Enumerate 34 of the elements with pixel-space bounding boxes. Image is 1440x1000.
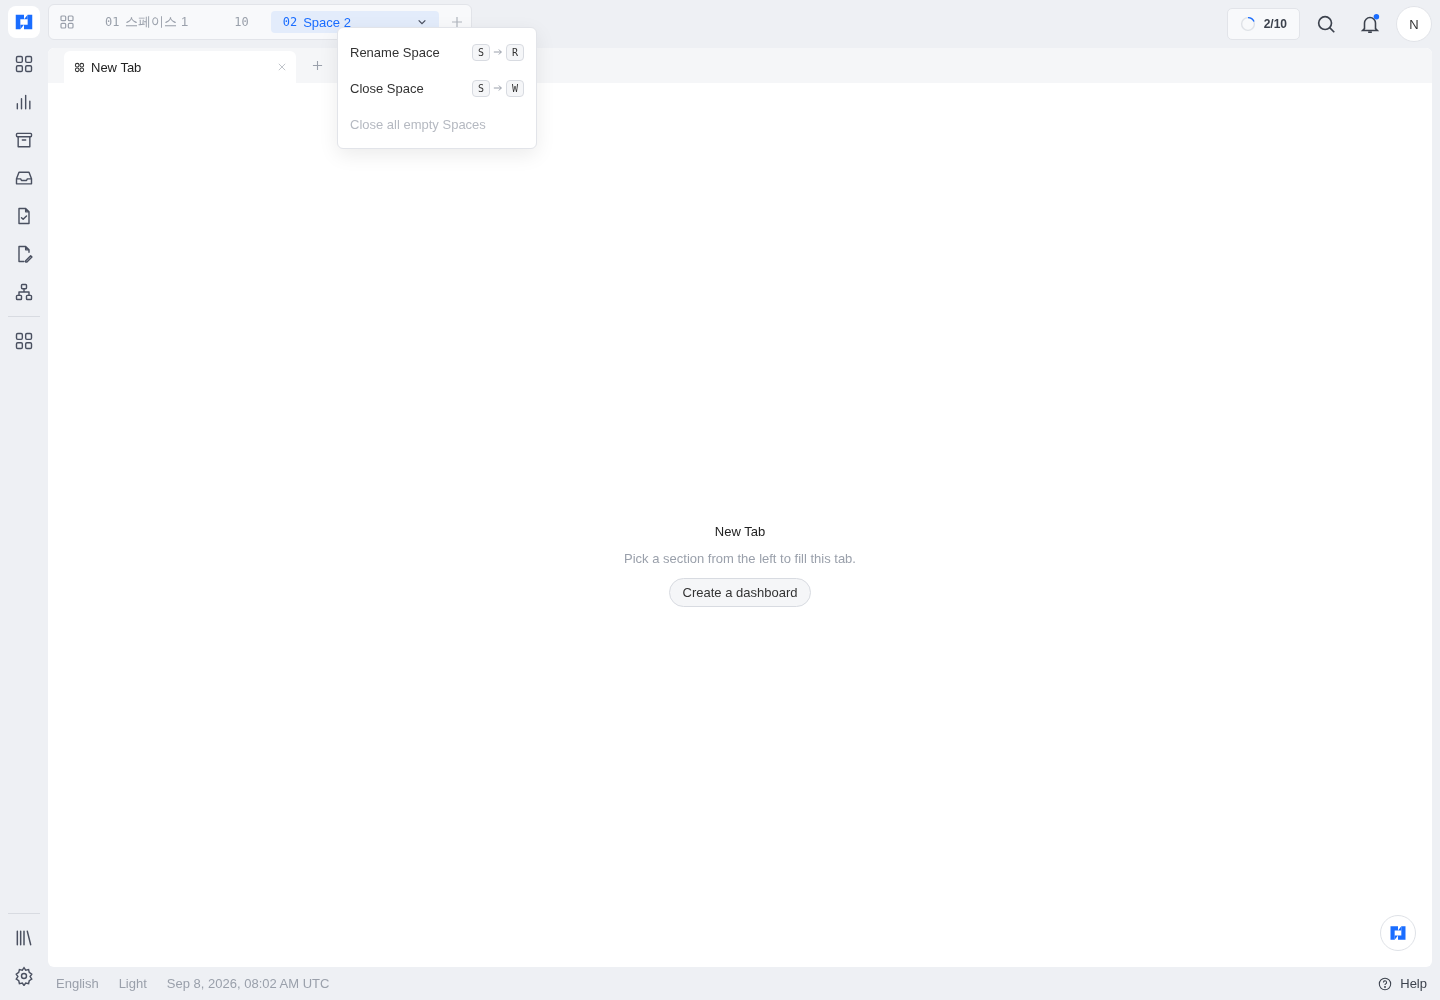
- grid-icon[interactable]: [14, 331, 34, 351]
- chevron-icon[interactable]: [416, 17, 427, 27]
- shortcut-key: W: [505, 79, 524, 97]
- empty-message: Pick a section from the left to fill this tab.: [624, 550, 856, 566]
- logo-button[interactable]: [8, 6, 40, 38]
- shortcut-key: S: [471, 43, 490, 61]
- hierarchy-icon[interactable]: [14, 282, 34, 302]
- jobs-indicator[interactable]: 2/10: [1226, 8, 1300, 40]
- shortcut-key: S: [471, 79, 490, 97]
- help-link[interactable]: Help: [1378, 976, 1427, 991]
- archive-icon[interactable]: [14, 130, 34, 150]
- settings-icon[interactable]: [14, 966, 34, 986]
- bar-chart-icon[interactable]: [14, 92, 34, 112]
- help-label: Help: [1400, 976, 1427, 991]
- arrow-right-icon: [492, 47, 503, 57]
- library-icon[interactable]: [14, 928, 34, 948]
- grid-icon[interactable]: [14, 54, 34, 74]
- menu-item[interactable]: Rename Space S R: [338, 34, 536, 70]
- logo-icon: [1388, 923, 1408, 943]
- tab-icon: [74, 61, 85, 73]
- empty-title: New Tab: [714, 523, 766, 539]
- assistant-button[interactable]: [1380, 915, 1416, 951]
- menu-item[interactable]: Close Space S W: [338, 70, 536, 106]
- create-dashboard-button[interactable]: Create a dashboard: [668, 577, 812, 607]
- user-avatar[interactable]: N: [1396, 6, 1432, 42]
- status-time: Sep 8, 2026, 08:02 AM UTC: [166, 976, 330, 991]
- search-icon[interactable]: [1315, 13, 1337, 35]
- shortcut-key: R: [505, 43, 524, 61]
- inbox-icon[interactable]: [14, 168, 34, 188]
- bell-icon[interactable]: [1359, 13, 1381, 35]
- help-icon: [1378, 976, 1393, 991]
- tab[interactable]: New Tab: [64, 51, 296, 83]
- arrow-right-icon: [492, 83, 503, 93]
- spinner-icon: [1239, 16, 1256, 32]
